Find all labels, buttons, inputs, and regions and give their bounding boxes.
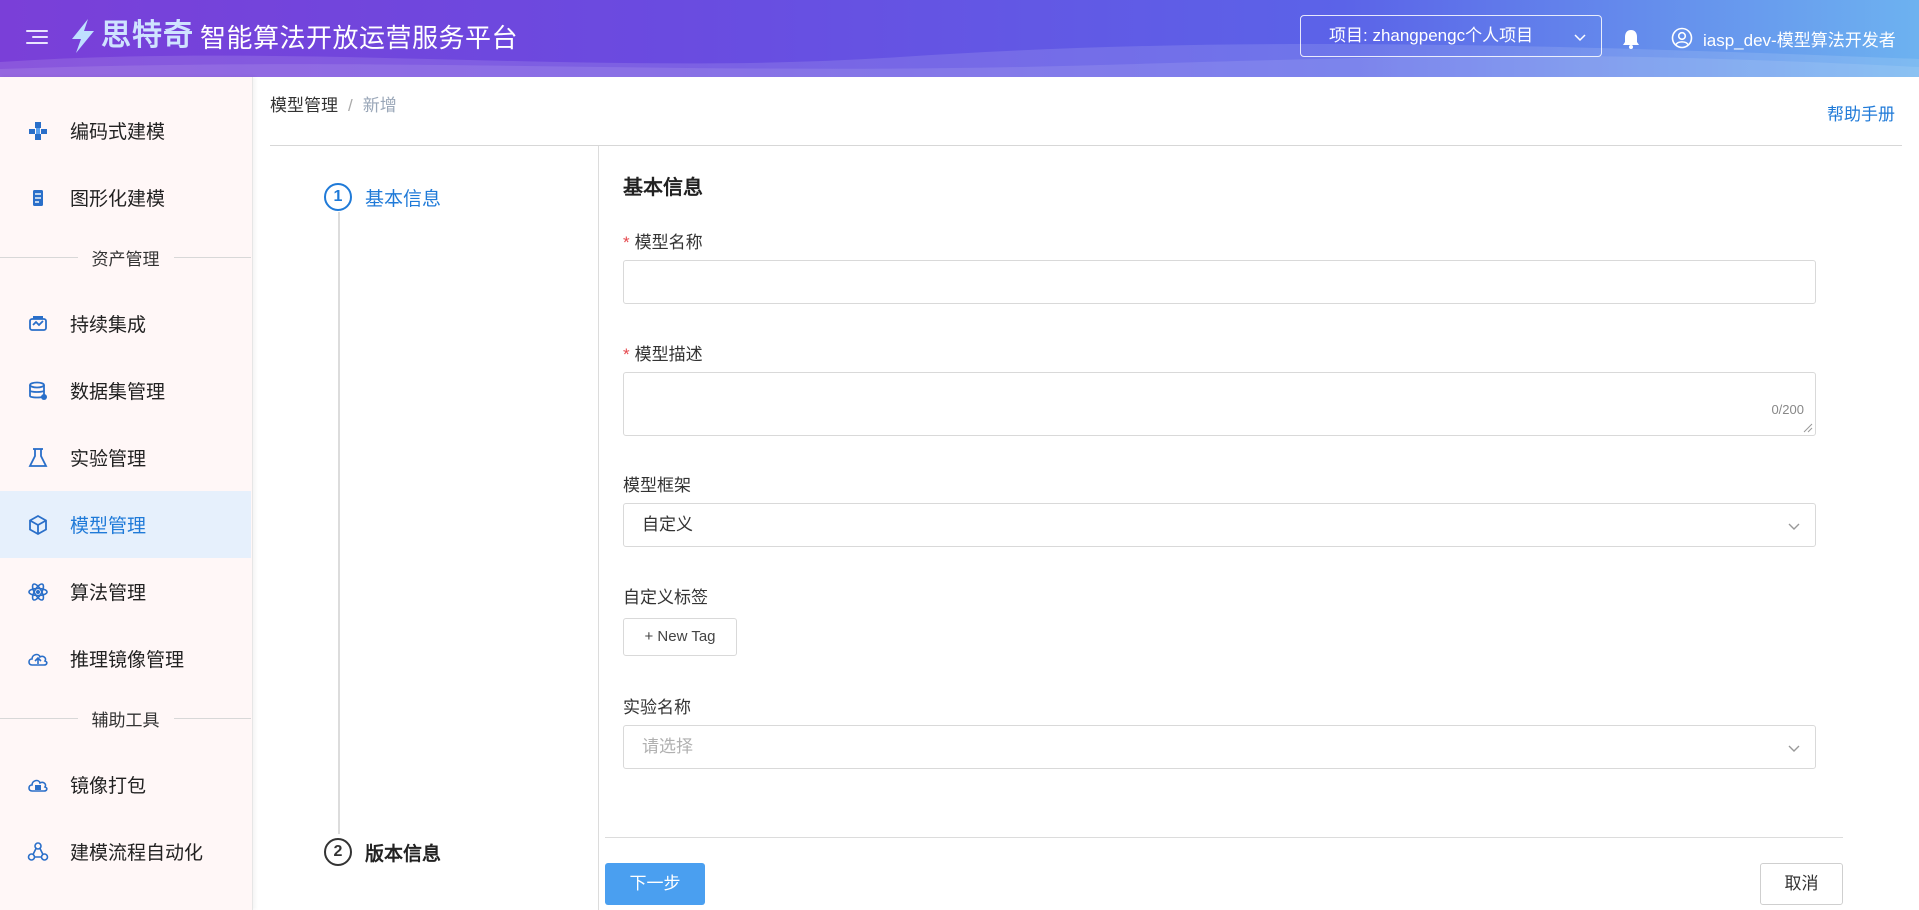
experiment-label: 实验名称 [623,698,691,717]
model-name-label: * 模型名称 [623,228,703,253]
framework-select-value: 自定义 [642,515,693,534]
framework-label: 模型框架 [623,476,691,495]
breadcrumb-separator: / [348,96,353,115]
model-name-label-text: 模型名称 [634,233,703,252]
project-selector[interactable]: 项目: zhangpengc个人项目 [1300,15,1602,57]
user-name: iasp_dev-模型算法开发者 [1703,30,1896,50]
coding-model-icon [26,119,50,143]
logo-text: 思特奇 [101,19,194,52]
top-header: 思特奇 智能算法开放运营服务平台 项目: zhangpengc个人项目 iasp… [0,0,1919,77]
steps-connector-line [338,212,340,834]
help-manual-link[interactable]: 帮助手册 [1827,100,1895,125]
step-1-label: 基本信息 [365,189,442,210]
sidebar-item-experiment[interactable]: 实验管理 [0,424,251,491]
header-divider [270,145,1902,146]
chevron-down-icon [1788,745,1800,752]
flask-icon [26,446,50,470]
workflow-icon [26,840,50,864]
sidebar-item-label: 算法管理 [70,583,147,604]
chevron-down-icon [1574,34,1586,42]
char-counter: 0/200 [1771,402,1804,417]
logo-lightning-icon [72,19,94,53]
step-2-label: 版本信息 [365,844,442,865]
cube-icon [26,513,50,537]
sidebar-item-label: 实验管理 [70,449,147,470]
model-desc-textarea[interactable]: 0/200 [623,372,1816,436]
cloud-package-icon [26,773,50,797]
required-mark: * [623,233,630,252]
steps-divider [598,146,599,910]
model-name-input[interactable] [623,260,1816,304]
experiment-select-placeholder: 请选择 [642,737,693,756]
menu-toggle-icon[interactable] [26,24,48,50]
breadcrumb-parent[interactable]: 模型管理 [270,96,338,115]
sidebar-item-continuous-integration[interactable]: 持续集成 [0,290,251,357]
custom-tags-label: 自定义标签 [623,588,708,607]
chevron-down-icon [1788,523,1800,530]
sidebar-group-title: 资产管理 [91,249,160,269]
step-2-number: 2 [324,838,352,866]
cancel-button[interactable]: 取消 [1760,863,1843,905]
resize-handle-icon[interactable] [1803,423,1813,433]
sidebar-item-label: 编码式建模 [70,122,166,143]
project-selector-label: 项目: zhangpengc个人项目 [1329,26,1534,45]
sidebar-group-assets: 资产管理 [0,245,251,269]
next-step-button[interactable]: 下一步 [605,863,705,905]
sidebar-item-label: 镜像打包 [70,776,147,797]
breadcrumb: 模型管理 / 新增 [270,95,397,117]
user-avatar-icon [1671,27,1693,49]
model-desc-label: * 模型描述 [623,340,703,365]
sidebar-item-model[interactable]: 模型管理 [0,491,251,558]
sidebar-item-label: 持续集成 [70,315,147,336]
step-1-number: 1 [324,183,352,211]
required-mark: * [623,345,630,364]
experiment-select[interactable]: 请选择 [623,725,1816,769]
notification-bell-icon[interactable] [1621,28,1641,50]
sidebar-item-inference-image[interactable]: 推理镜像管理 [0,625,251,692]
sidebar-item-coding-model[interactable]: 编码式建模 [0,97,251,164]
atom-icon [26,580,50,604]
sidebar-group-title: 辅助工具 [91,710,160,730]
sidebar-item-label: 数据集管理 [70,382,166,403]
user-menu[interactable]: iasp_dev-模型算法开发者 [1671,24,1896,52]
cloud-image-icon [26,647,50,671]
framework-select[interactable]: 自定义 [623,503,1816,547]
form-section-title: 基本信息 [623,177,703,199]
sidebar-group-tools: 辅助工具 [0,706,251,730]
graphic-model-icon [26,186,50,210]
footer-divider [605,837,1843,838]
sidebar: 编码式建模 图形化建模 资产管理 持续集成 数据集管理 实验管理 模型管理 算法… [0,77,253,910]
sidebar-item-label: 建模流程自动化 [70,843,204,864]
new-tag-button[interactable]: + New Tag [623,618,737,656]
dataset-icon [26,379,50,403]
sidebar-item-algorithm[interactable]: 算法管理 [0,558,251,625]
sidebar-item-image-package[interactable]: 镜像打包 [0,751,251,818]
breadcrumb-current: 新增 [362,96,397,115]
continuous-integration-icon [26,312,50,336]
sidebar-item-label: 推理镜像管理 [70,650,185,671]
sidebar-item-workflow-automation[interactable]: 建模流程自动化 [0,818,251,885]
sidebar-item-dataset[interactable]: 数据集管理 [0,357,251,424]
sidebar-item-label: 模型管理 [70,516,147,537]
sidebar-item-label: 图形化建模 [70,189,166,210]
sidebar-item-graphic-model[interactable]: 图形化建模 [0,164,251,231]
platform-title: 智能算法开放运营服务平台 [200,23,519,53]
model-desc-label-text: 模型描述 [634,345,703,364]
